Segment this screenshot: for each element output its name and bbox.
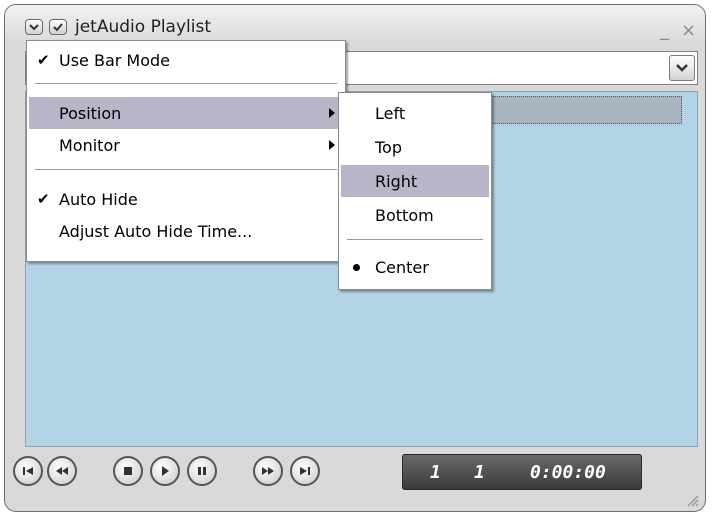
checkmark-icon: ✔ bbox=[37, 51, 50, 69]
submenu-item-label: Left bbox=[375, 104, 406, 123]
fast-forward-button[interactable] bbox=[253, 456, 283, 486]
elapsed-time: 0:00:00 bbox=[530, 462, 606, 483]
check-icon[interactable] bbox=[49, 19, 67, 35]
rewind-icon bbox=[56, 467, 68, 475]
submenu-item-label: Center bbox=[375, 258, 429, 277]
menu-separator bbox=[347, 239, 483, 241]
combo-dropdown-button[interactable] bbox=[669, 55, 695, 81]
close-button[interactable]: × bbox=[681, 22, 696, 40]
checkmark-icon: ✔ bbox=[37, 190, 50, 208]
menu-item-auto-hide[interactable]: ✔ Auto Hide bbox=[29, 183, 343, 215]
menu-item-label: Use Bar Mode bbox=[59, 51, 171, 70]
submenu-item-center[interactable]: Center bbox=[341, 251, 489, 283]
submenu-arrow-icon bbox=[329, 108, 335, 118]
submenu-item-label: Bottom bbox=[375, 206, 434, 225]
position-submenu: Left Top Right Bottom Center bbox=[338, 92, 492, 290]
fast-forward-icon bbox=[262, 467, 274, 475]
skip-to-start-button[interactable] bbox=[13, 456, 43, 486]
menu-item-label: Adjust Auto Hide Time... bbox=[59, 222, 253, 241]
chevron-down-icon bbox=[676, 64, 688, 72]
skip-to-end-icon bbox=[300, 467, 310, 475]
submenu-item-top[interactable]: Top bbox=[341, 131, 489, 163]
track-number: 1 bbox=[430, 462, 441, 483]
menu-item-use-bar-mode[interactable]: ✔ Use Bar Mode bbox=[29, 44, 343, 76]
menu-item-adjust-auto-hide-time[interactable]: Adjust Auto Hide Time... bbox=[29, 215, 343, 247]
menu-item-position[interactable]: Position bbox=[29, 97, 343, 129]
menu-item-label: Monitor bbox=[59, 136, 120, 155]
submenu-item-right[interactable]: Right bbox=[341, 165, 489, 197]
rewind-button[interactable] bbox=[47, 456, 77, 486]
radio-bullet-icon bbox=[353, 264, 360, 271]
track-total: 1 bbox=[474, 462, 485, 483]
window-title: jetAudio Playlist bbox=[75, 17, 211, 37]
minimize-button[interactable]: _ bbox=[660, 22, 669, 40]
submenu-item-left[interactable]: Left bbox=[341, 97, 489, 129]
skip-to-end-button[interactable] bbox=[290, 456, 320, 486]
submenu-item-label: Top bbox=[375, 138, 402, 157]
resize-grip-icon[interactable] bbox=[685, 493, 699, 507]
menu-separator bbox=[35, 169, 337, 171]
stop-icon bbox=[124, 467, 132, 475]
play-button[interactable] bbox=[150, 456, 180, 486]
submenu-item-bottom[interactable]: Bottom bbox=[341, 199, 489, 231]
play-icon bbox=[162, 466, 169, 476]
pause-icon bbox=[198, 467, 206, 475]
dropdown-icon[interactable] bbox=[25, 19, 43, 35]
submenu-arrow-icon bbox=[329, 140, 335, 150]
pause-button[interactable] bbox=[187, 456, 217, 486]
menu-separator bbox=[35, 83, 337, 85]
time-display: 1 1 0:00:00 bbox=[402, 454, 642, 490]
menu-item-monitor[interactable]: Monitor bbox=[29, 129, 343, 161]
skip-to-start-icon bbox=[23, 467, 33, 475]
title-bar[interactable]: jetAudio Playlist _ × bbox=[5, 5, 705, 40]
menu-item-label: Position bbox=[59, 104, 122, 123]
submenu-item-label: Right bbox=[375, 172, 418, 191]
stop-button[interactable] bbox=[113, 456, 143, 486]
menu-item-label: Auto Hide bbox=[59, 190, 138, 209]
context-menu: ✔ Use Bar Mode Position Monitor ✔ Auto H… bbox=[26, 40, 346, 262]
